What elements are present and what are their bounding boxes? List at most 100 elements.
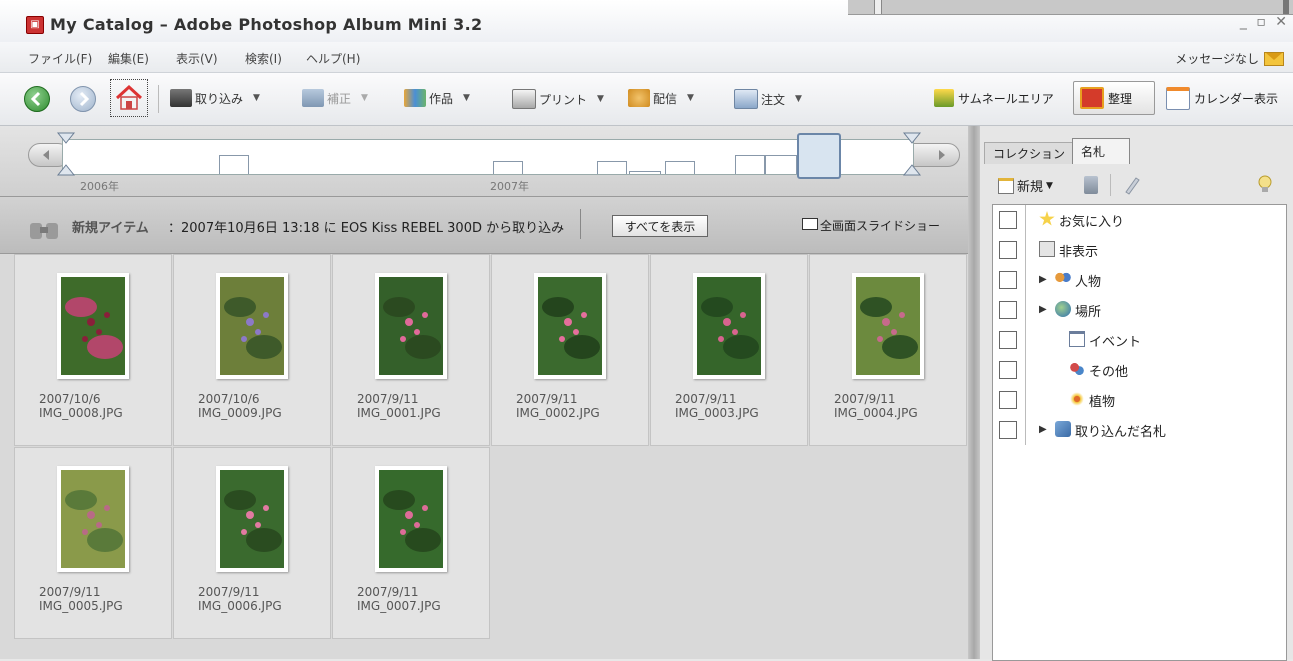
photo-filename: IMG_0005.JPG (39, 599, 123, 613)
home-button[interactable] (110, 79, 148, 117)
tag-checkbox[interactable] (999, 271, 1017, 289)
timeline-selection-marker[interactable] (797, 133, 841, 179)
chevron-down-icon: ▼ (361, 93, 368, 103)
tag-checkbox[interactable] (999, 331, 1017, 349)
photo-cell[interactable]: 2007/9/11 IMG_0006.JPG (173, 447, 331, 639)
tag-row[interactable]: ▶ 取り込んだ名札 (993, 415, 1286, 445)
tag-label: その他 (1089, 365, 1129, 380)
tag-checkbox[interactable] (999, 391, 1017, 409)
tag-checkbox[interactable] (999, 301, 1017, 319)
minimize-button[interactable]: _ (1240, 14, 1247, 30)
photo-thumbnail[interactable] (57, 273, 129, 379)
photo-cell[interactable]: 2007/9/11 IMG_0003.JPG (650, 254, 808, 446)
tab-collection[interactable]: コレクション (984, 142, 1075, 164)
edit-pencil-icon[interactable] (1122, 174, 1142, 196)
photo-thumbnail[interactable] (216, 273, 288, 379)
photo-thumbnail[interactable] (57, 466, 129, 572)
timeline-bar[interactable] (629, 171, 661, 174)
tag-label: 取り込んだ名札 (1075, 425, 1167, 440)
timeline-bar[interactable] (219, 155, 249, 174)
menu-bar: ファイル(F) 編集(E) 表示(V) 検索(I) ヘルプ(H) メッセージなし (0, 42, 1293, 73)
organize-button[interactable]: 整理 (1073, 81, 1155, 115)
timeline-bar[interactable] (735, 155, 765, 174)
timeline-bar[interactable] (665, 161, 695, 174)
photo-thumbnail[interactable] (375, 466, 447, 572)
timeline-start-marker-icon[interactable] (50, 131, 80, 177)
photo-thumbnail[interactable] (534, 273, 606, 379)
menu-view[interactable]: 表示(V) (176, 50, 218, 67)
thumbnail-icon (934, 89, 954, 107)
back-button[interactable] (24, 86, 50, 112)
tag-checkbox[interactable] (999, 361, 1017, 379)
photo-cell[interactable]: 2007/9/11 IMG_0004.JPG (809, 254, 967, 446)
share-button[interactable]: 配信 ▼ (628, 89, 694, 107)
photo-thumbnail[interactable] (693, 273, 765, 379)
expand-triangle-icon[interactable]: ▶ (1039, 274, 1047, 285)
show-all-button[interactable]: すべてを表示 (612, 215, 708, 237)
tag-row[interactable]: お気に入り (993, 205, 1286, 235)
app-icon: ▣ (26, 16, 44, 34)
chevron-down-icon: ▼ (253, 93, 260, 103)
import-info-text: ：2007年10月6日 13:18 に EOS Kiss REBEL 300D … (168, 221, 565, 236)
timeline-bar[interactable] (597, 161, 627, 174)
photo-cell[interactable]: 2007/10/6 IMG_0008.JPG (14, 254, 172, 446)
mail-icon[interactable] (1264, 52, 1284, 66)
photo-filename: IMG_0003.JPG (675, 406, 759, 420)
slideshow-icon (802, 218, 818, 230)
photo-filename: IMG_0004.JPG (834, 406, 918, 420)
message-status[interactable]: メッセージなし (1175, 50, 1259, 67)
menu-edit[interactable]: 編集(E) (108, 50, 149, 67)
expand-triangle-icon[interactable]: ▶ (1039, 424, 1047, 435)
tag-row-divider (1025, 265, 1026, 295)
menu-file[interactable]: ファイル(F) (28, 50, 92, 67)
timeline-bar[interactable] (765, 155, 797, 174)
tag-label: イベント (1089, 335, 1142, 350)
timeline-end-marker-icon[interactable] (896, 131, 926, 177)
photo-cell[interactable]: 2007/9/11 IMG_0001.JPG (332, 254, 490, 446)
photo-cell[interactable]: 2007/9/11 IMG_0002.JPG (491, 254, 649, 446)
photo-caption: 2007/9/11 IMG_0003.JPG (675, 392, 759, 420)
tag-row[interactable]: その他 (993, 355, 1286, 385)
tab-tags[interactable]: 名札 (1072, 138, 1130, 164)
tag-row[interactable]: イベント (993, 325, 1286, 355)
background-window-edge (848, 0, 1293, 15)
print-button[interactable]: プリント ▼ (512, 89, 604, 109)
tag-row[interactable]: ▶ 人物 (993, 265, 1286, 295)
tag-row[interactable]: 非表示 (993, 235, 1286, 265)
import-button[interactable]: 取り込み ▼ (170, 89, 260, 107)
photo-thumbnail[interactable] (375, 273, 447, 379)
photo-date: 2007/9/11 (357, 392, 419, 406)
fix-button[interactable]: 補正 ▼ (302, 89, 368, 107)
order-button[interactable]: 注文 ▼ (734, 89, 802, 109)
photo-thumbnail[interactable] (216, 466, 288, 572)
forward-button[interactable] (70, 86, 96, 112)
thumbnail-area-label: サムネールエリア (958, 91, 1054, 106)
imported-tag-icon (1055, 421, 1071, 437)
timeline-track[interactable] (62, 139, 914, 175)
create-button[interactable]: 作品 ▼ (404, 89, 470, 107)
new-tag-button[interactable]: 新規 ▼ (998, 176, 1053, 195)
delete-tag-icon[interactable] (1084, 176, 1098, 194)
tag-row[interactable]: ▶ 場所 (993, 295, 1286, 325)
menu-search[interactable]: 検索(I) (245, 50, 282, 67)
tag-row[interactable]: 植物 (993, 385, 1286, 415)
tag-checkbox[interactable] (999, 421, 1017, 439)
photo-cell[interactable]: 2007/9/11 IMG_0007.JPG (332, 447, 490, 639)
panel-divider[interactable] (968, 126, 980, 659)
photo-cell[interactable]: 2007/9/11 IMG_0005.JPG (14, 447, 172, 639)
calendar-view-button[interactable]: カレンダー表示 (1160, 81, 1284, 115)
lightbulb-icon[interactable] (1254, 172, 1276, 196)
thumbnail-area-button[interactable]: サムネールエリア (928, 81, 1060, 115)
expand-triangle-icon[interactable]: ▶ (1039, 304, 1047, 315)
photo-thumbnail[interactable] (852, 273, 924, 379)
slideshow-button[interactable]: 全画面スライドショー (802, 217, 940, 234)
timeline-bar[interactable] (493, 161, 523, 174)
restore-button[interactable]: ▫ (1256, 14, 1266, 30)
photo-cell[interactable]: 2007/10/6 IMG_0009.JPG (173, 254, 331, 446)
tag-checkbox[interactable] (999, 211, 1017, 229)
tag-checkbox[interactable] (999, 241, 1017, 259)
close-button[interactable]: ✕ (1275, 14, 1287, 30)
menu-help[interactable]: ヘルプ(H) (306, 50, 360, 67)
flower-photo (220, 277, 284, 375)
photo-grid: 2007/10/6 IMG_0008.JPG 2007/10/6 IMG_0009.J… (0, 254, 968, 659)
